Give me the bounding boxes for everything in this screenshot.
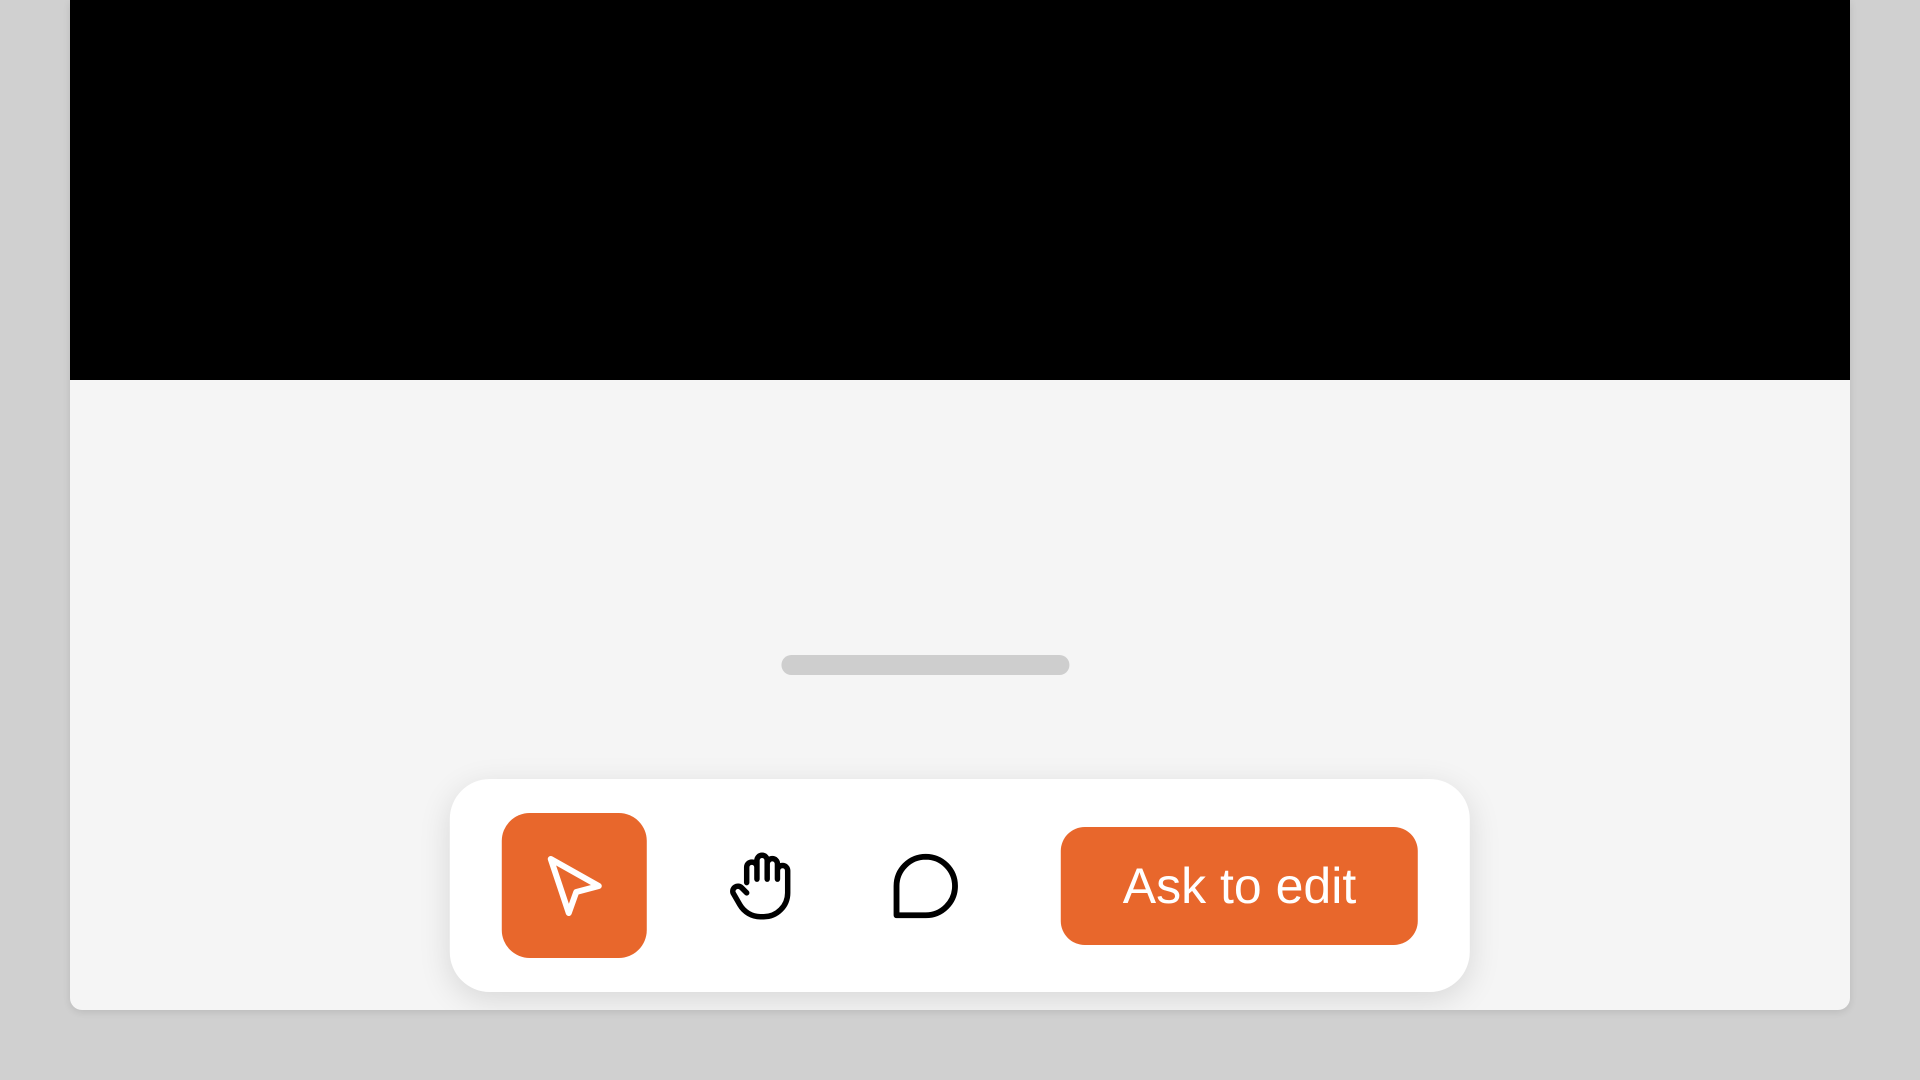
hand-tool-button[interactable]: [719, 841, 809, 931]
hand-icon: [723, 845, 805, 927]
horizontal-scrollbar[interactable]: [781, 655, 1069, 675]
comment-tool-button[interactable]: [881, 841, 971, 931]
canvas-container: Ask to edit: [70, 0, 1850, 1010]
content-black-panel: [70, 0, 1850, 380]
bottom-toolbar: Ask to edit: [450, 779, 1470, 992]
ask-to-edit-button[interactable]: Ask to edit: [1061, 827, 1418, 945]
cursor-tool-button[interactable]: [502, 813, 647, 958]
chat-bubble-icon: [887, 847, 965, 925]
cursor-icon: [538, 850, 610, 922]
